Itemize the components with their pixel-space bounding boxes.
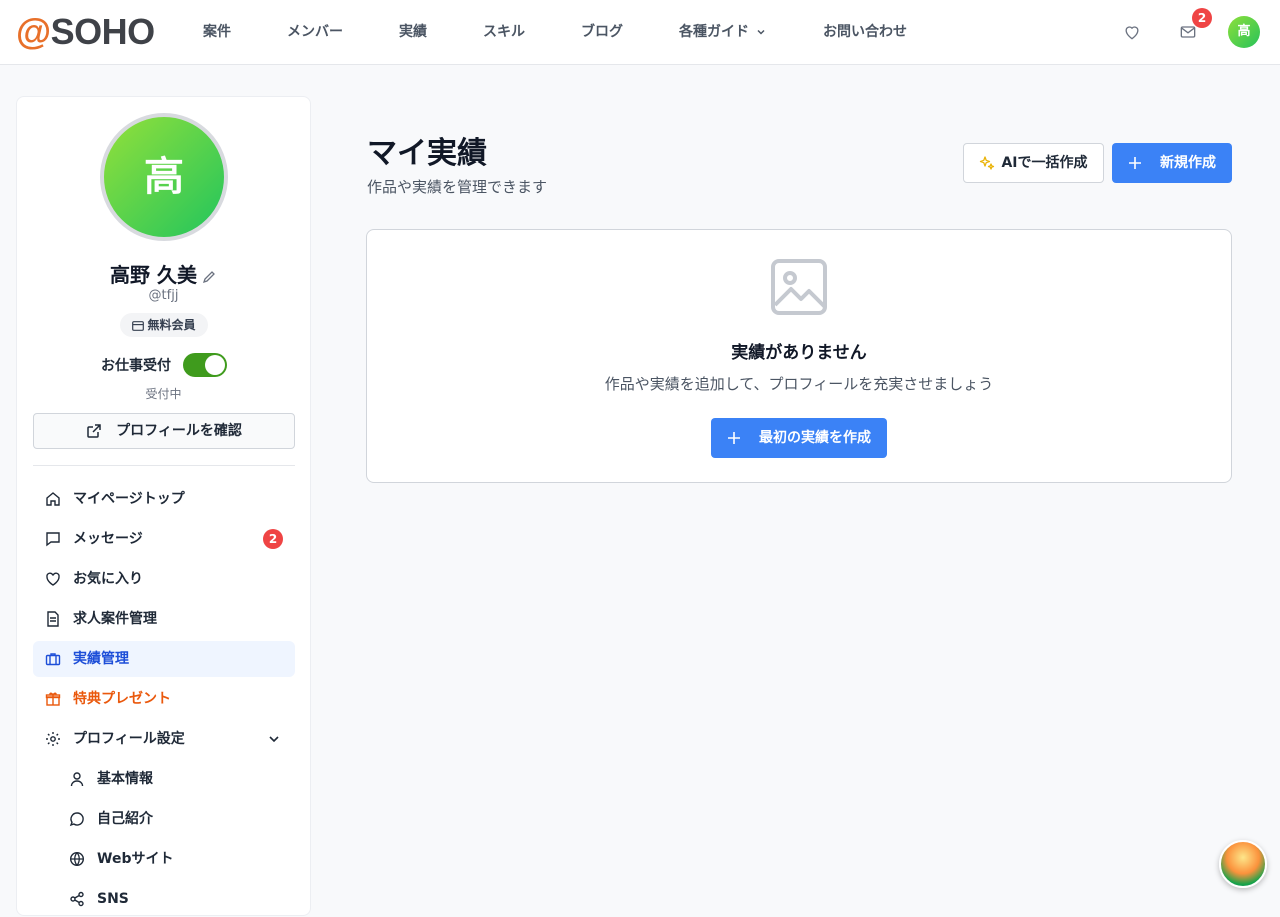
menu-gift[interactable]: 特典プレゼント xyxy=(33,681,295,717)
profile-name: 高野 久美 xyxy=(17,259,310,288)
ai-bulk-create-label: AIで一括作成 xyxy=(1001,155,1088,171)
logo-name: SOHO xyxy=(50,11,156,52)
nav-achievements[interactable]: 実績 xyxy=(399,22,427,42)
view-profile-label: プロフィールを確認 xyxy=(116,423,242,439)
nav-blog[interactable]: ブログ xyxy=(581,22,623,42)
share-icon xyxy=(70,891,84,907)
submenu-sns[interactable]: SNS xyxy=(33,881,295,917)
submenu-self-intro[interactable]: 自己紹介 xyxy=(33,801,295,837)
member-badge-label: 無料会員 xyxy=(147,318,196,332)
nav-guides-label: 各種ガイド xyxy=(679,24,749,40)
sidebar: 高 高野 久美 @tfjj 無料会員 お仕事受付 受付中 プロフィールを確認 マ… xyxy=(16,96,311,916)
menu-favorites[interactable]: お気に入り xyxy=(33,561,295,597)
pencil-icon[interactable] xyxy=(201,269,217,285)
gear-icon xyxy=(46,732,60,746)
work-accept-label: お仕事受付 xyxy=(101,358,171,374)
member-badge: 無料会員 xyxy=(120,313,208,337)
gift-icon xyxy=(45,692,61,706)
menu-label: Webサイト xyxy=(97,851,174,867)
menu-profile-settings[interactable]: プロフィール設定 xyxy=(33,721,295,757)
user-icon xyxy=(70,772,84,787)
menu-achievements-management[interactable]: 実績管理 xyxy=(33,641,295,677)
document-icon xyxy=(47,611,59,627)
plus-icon xyxy=(728,432,740,444)
view-profile-button[interactable]: プロフィールを確認 xyxy=(33,413,295,449)
menu-label: マイページトップ xyxy=(73,491,185,507)
heart-icon xyxy=(46,572,60,586)
menu-messages[interactable]: メッセージ 2 xyxy=(33,521,295,557)
menu-job-management[interactable]: 求人案件管理 xyxy=(33,601,295,637)
create-first-label: 最初の実績を作成 xyxy=(759,430,871,446)
image-placeholder-icon xyxy=(771,259,827,315)
card-icon xyxy=(132,320,145,331)
nav-contact[interactable]: お問い合わせ xyxy=(823,22,907,42)
menu-label: SNS xyxy=(97,891,129,907)
page-title: マイ実績 xyxy=(367,136,487,171)
new-create-button[interactable]: 新規作成 xyxy=(1112,143,1232,183)
work-accept-toggle[interactable] xyxy=(183,353,227,377)
logo-at: @ xyxy=(16,11,51,52)
empty-state-card: 実績がありません 作品や実績を追加して、プロフィールを充実させましょう 最初の実… xyxy=(366,229,1232,483)
menu-label: メッセージ xyxy=(73,531,143,547)
nav-projects[interactable]: 案件 xyxy=(203,22,231,42)
home-icon xyxy=(46,492,60,506)
menu-label: 求人案件管理 xyxy=(73,611,157,627)
ai-bulk-create-button[interactable]: AIで一括作成 xyxy=(963,143,1104,183)
message-icon xyxy=(46,532,60,547)
empty-description: 作品や実績を追加して、プロフィールを充実させましょう xyxy=(604,375,994,393)
sidebar-divider xyxy=(33,465,295,466)
nav-guides[interactable]: 各種ガイド xyxy=(679,22,767,42)
submenu-website[interactable]: Webサイト xyxy=(33,841,295,877)
profile-name-text: 高野 久美 xyxy=(110,263,197,287)
menu-label: 実績管理 xyxy=(73,651,129,667)
top-header: @SOHO 案件 メンバー 実績 スキル ブログ 各種ガイド お問い合わせ 2 … xyxy=(0,0,1280,65)
floating-assistant-avatar[interactable] xyxy=(1219,840,1267,888)
sparkles-icon xyxy=(980,156,995,170)
page-subtitle: 作品や実績を管理できます xyxy=(367,178,548,196)
globe-icon xyxy=(69,851,85,867)
menu-label: 自己紹介 xyxy=(97,811,153,827)
menu-mypage-top[interactable]: マイページトップ xyxy=(33,481,295,517)
menu-label: 基本情報 xyxy=(97,771,153,787)
message-badge: 2 xyxy=(263,529,283,549)
nav-members[interactable]: メンバー xyxy=(287,22,343,42)
menu-label: 特典プレゼント xyxy=(73,691,171,707)
heart-icon[interactable] xyxy=(1122,22,1142,42)
chat-bubble-icon xyxy=(69,812,84,827)
plus-icon xyxy=(1129,157,1141,169)
mail-badge: 2 xyxy=(1192,8,1212,28)
empty-title: 実績がありません xyxy=(731,343,867,363)
toggle-knob xyxy=(205,355,225,375)
chevron-down-icon xyxy=(269,736,279,743)
submenu-basic-info[interactable]: 基本情報 xyxy=(33,761,295,797)
work-status: 受付中 xyxy=(145,387,182,401)
profile-handle: @tfjj xyxy=(148,288,179,303)
header-avatar[interactable]: 高 xyxy=(1228,16,1260,48)
create-first-achievement-button[interactable]: 最初の実績を作成 xyxy=(711,418,887,458)
site-logo[interactable]: @SOHO xyxy=(16,12,155,52)
menu-label: お気に入り xyxy=(73,571,143,587)
nav-skills[interactable]: スキル xyxy=(483,22,525,42)
profile-avatar: 高 xyxy=(100,113,228,241)
external-link-icon xyxy=(87,424,101,438)
chevron-down-icon xyxy=(757,29,765,35)
briefcase-icon xyxy=(45,653,61,666)
menu-label: プロフィール設定 xyxy=(73,731,185,747)
new-create-label: 新規作成 xyxy=(1160,155,1216,171)
